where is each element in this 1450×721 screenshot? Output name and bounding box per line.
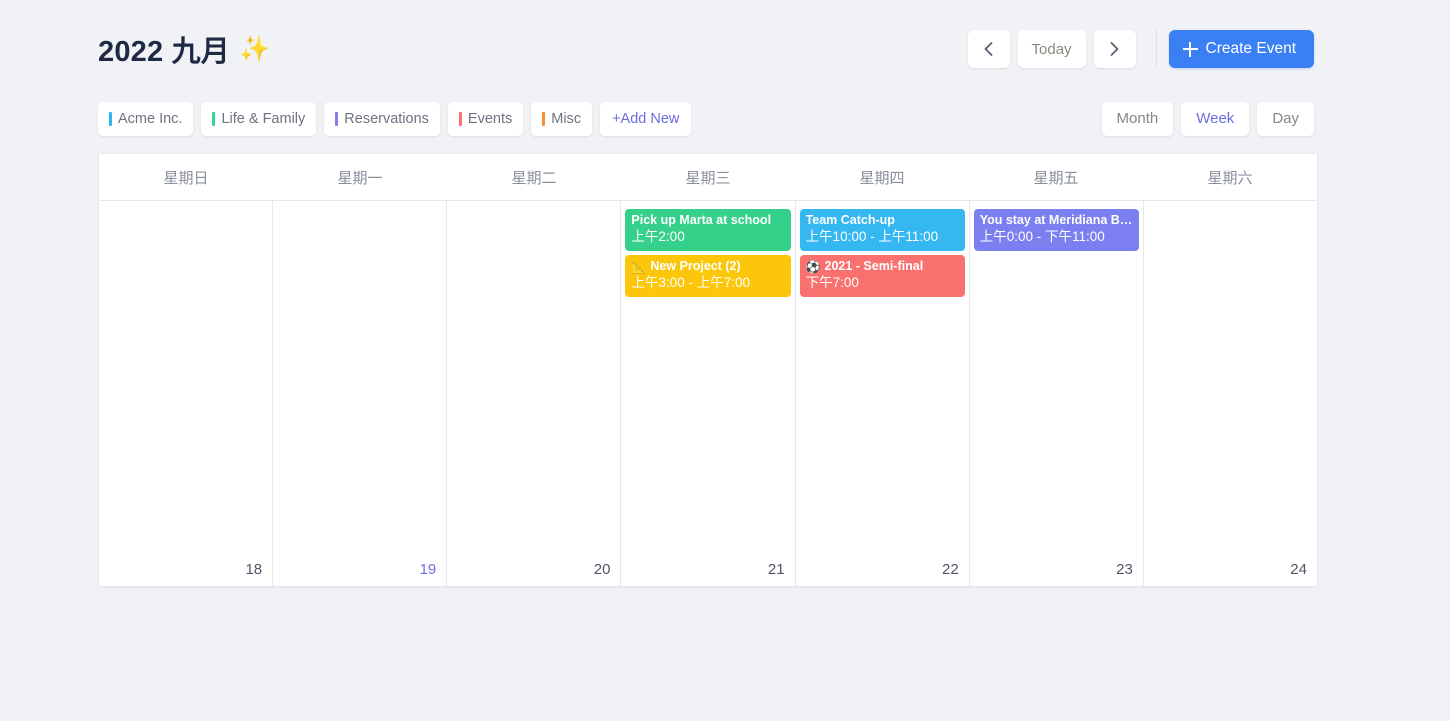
day-column[interactable]: Pick up Marta at school 上午2:00 📐 New Projec… xyxy=(621,201,796,586)
add-calendar-button[interactable]: +Add New xyxy=(600,101,692,136)
event-title: Team Catch-up xyxy=(805,213,895,227)
event-title: Pick up Marta at school xyxy=(631,213,772,227)
sparkles-icon: ✨ xyxy=(238,34,271,63)
day-number[interactable]: 24 xyxy=(1290,561,1307,578)
weekday-header: 星期日 xyxy=(163,169,209,187)
day-column[interactable]: 19 xyxy=(273,201,448,586)
calendar-color-swatch-icon xyxy=(335,111,339,126)
soccer-ball-icon: ⚽ xyxy=(805,259,821,274)
day-column[interactable]: 24 xyxy=(1144,201,1317,586)
calendar-filter-chip[interactable]: Events xyxy=(447,101,524,136)
calendar-event[interactable]: 📐 New Project (2) 上午3:00 - 上午7:00 xyxy=(625,255,791,297)
calendar-event[interactable]: Pick up Marta at school 上午2:00 xyxy=(625,209,791,251)
event-title: New Project (2) xyxy=(650,259,741,273)
weekday-header: 星期五 xyxy=(1033,169,1079,187)
weekday-header: 星期三 xyxy=(685,169,731,187)
day-number[interactable]: 22 xyxy=(942,561,959,578)
day-number[interactable]: 20 xyxy=(594,561,611,578)
calendar-filter-label: Events xyxy=(467,110,513,127)
day-column[interactable]: You stay at Meridiana B… 上午0:00 - 下午11:00… xyxy=(970,201,1144,586)
calendar-page: 2022 九月 ✨ Today Create Event Acme Inc. L… xyxy=(0,0,1450,721)
view-tab-month[interactable]: Month xyxy=(1101,101,1174,136)
view-switcher: Month Week Day xyxy=(1101,101,1314,136)
weekday-header: 星期一 xyxy=(337,169,383,187)
calendar-filter-label: Life & Family xyxy=(221,110,306,127)
calendar-filter-label: Acme Inc. xyxy=(118,110,183,127)
event-title: You stay at Meridiana B… xyxy=(979,213,1133,227)
day-column[interactable]: Team Catch-up 上午10:00 - 上午11:00 ⚽ 2021 - Se… xyxy=(796,201,970,586)
calendar-filter-chip[interactable]: Acme Inc. xyxy=(98,101,194,136)
day-events: Team Catch-up 上午10:00 - 上午11:00 ⚽ 2021 - Se… xyxy=(796,209,969,297)
calendar-color-swatch-icon xyxy=(542,111,546,126)
top-bar: 2022 九月 ✨ Today Create Event xyxy=(98,24,1314,74)
calendar-filter-label: Reservations xyxy=(344,110,429,127)
event-time: 上午2:00 xyxy=(631,229,685,244)
view-tab-week[interactable]: Week xyxy=(1181,101,1250,136)
calendar-event[interactable]: ⚽ 2021 - Semi-final 下午7:00 xyxy=(799,255,965,297)
event-title-row: Pick up Marta at school xyxy=(631,213,784,228)
weekday-header: 星期六 xyxy=(1207,169,1253,187)
event-title-row: 📐 New Project (2) xyxy=(631,259,784,274)
calendar-event[interactable]: You stay at Meridiana B… 上午0:00 - 下午11:00 xyxy=(973,209,1139,251)
weekday-header-row: 星期日 星期一 星期二 星期三 星期四 星期五 星期六 xyxy=(99,154,1317,201)
event-time: 上午3:00 - 上午7:00 xyxy=(631,275,750,290)
event-time: 上午0:00 - 下午11:00 xyxy=(979,229,1105,244)
calendar-event[interactable]: Team Catch-up 上午10:00 - 上午11:00 xyxy=(799,209,965,251)
week-grid: 18 19 20 Pick up Marta at school 上午2:00 📐 New … xyxy=(99,201,1317,586)
event-time: 上午10:00 - 上午11:00 xyxy=(805,229,939,244)
event-time: 下午7:00 xyxy=(805,275,859,290)
day-number[interactable]: 18 xyxy=(245,561,262,578)
filter-bar: Acme Inc. Life & Family Reservations Events… xyxy=(98,101,1314,136)
calendar-color-swatch-icon xyxy=(212,111,216,126)
calendar-filter-chip[interactable]: Misc xyxy=(531,101,593,136)
plus-icon xyxy=(1182,41,1198,57)
header-divider xyxy=(1155,29,1157,69)
calendar-filter-chip[interactable]: Life & Family xyxy=(201,101,317,136)
event-title-row: ⚽ 2021 - Semi-final xyxy=(806,259,959,274)
page-title: 2022 九月 ✨ xyxy=(98,28,270,70)
day-number[interactable]: 21 xyxy=(768,561,785,578)
calendar-color-swatch-icon xyxy=(109,111,112,126)
day-number[interactable]: 19 xyxy=(420,561,437,578)
day-number[interactable]: 23 xyxy=(1116,561,1133,578)
week-calendar: 星期日 星期一 星期二 星期三 星期四 星期五 星期六 18 19 20 Pick up Mart… xyxy=(98,153,1318,587)
create-event-label: Create Event xyxy=(1205,40,1296,57)
day-events: Pick up Marta at school 上午2:00 📐 New Projec… xyxy=(621,209,794,297)
create-event-button[interactable]: Create Event xyxy=(1168,30,1314,68)
event-title-row: You stay at Meridiana B… xyxy=(980,213,1133,228)
weekday-header: 星期四 xyxy=(859,169,905,187)
previous-week-button[interactable] xyxy=(967,30,1010,68)
calendar-color-swatch-icon xyxy=(458,111,462,126)
event-title-row: Team Catch-up xyxy=(806,213,959,228)
day-column[interactable]: 18 xyxy=(99,201,274,586)
day-events: You stay at Meridiana B… 上午0:00 - 下午11:00 xyxy=(970,209,1143,251)
day-column[interactable]: 20 xyxy=(447,201,622,586)
header-controls: Today Create Event xyxy=(960,29,1314,69)
calendar-filter-chip[interactable]: Reservations xyxy=(324,101,440,136)
calendar-filter-label: Misc xyxy=(551,110,582,127)
event-title: 2021 - Semi-final xyxy=(824,259,924,273)
today-button[interactable]: Today xyxy=(1017,30,1086,68)
next-week-button[interactable] xyxy=(1093,30,1136,68)
calendar-filter-chips: Acme Inc. Life & Family Reservations Events… xyxy=(98,101,692,136)
weekday-header: 星期二 xyxy=(511,169,557,187)
page-title-text: 2022 九月 xyxy=(98,36,230,68)
view-tab-day[interactable]: Day xyxy=(1257,101,1314,136)
triangle-ruler-icon: 📐 xyxy=(631,259,647,274)
